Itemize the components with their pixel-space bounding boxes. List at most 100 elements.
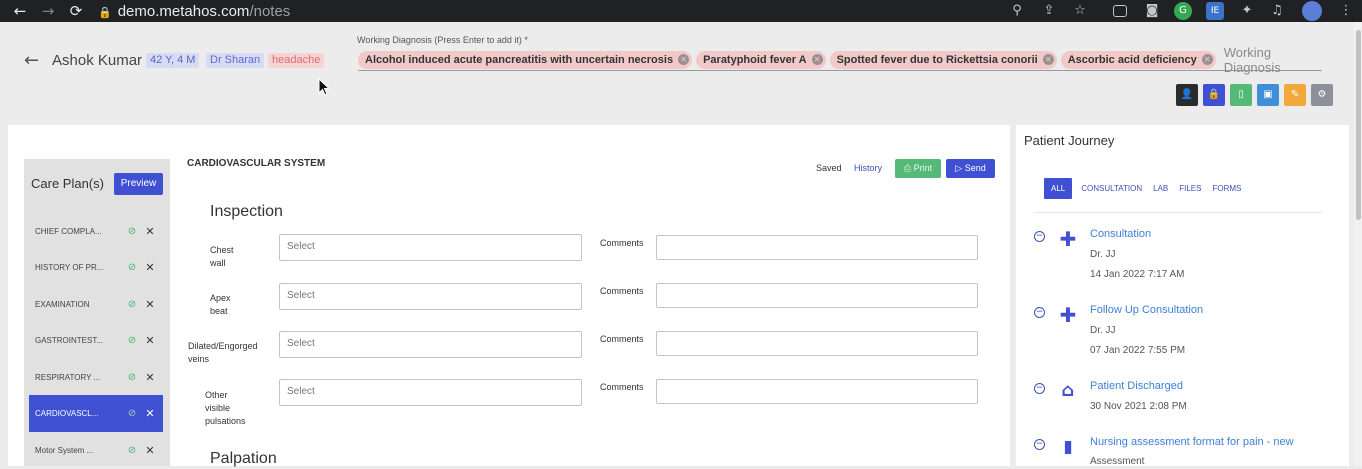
check-circle-icon: ⊘ [127, 408, 137, 419]
send-button[interactable]: ▷ Send [946, 159, 995, 178]
tab-files[interactable]: FILES [1179, 184, 1201, 193]
browser-forward-icon[interactable]: → [34, 2, 62, 20]
check-circle-icon: ⊘ [127, 335, 137, 346]
dilated-veins-select[interactable]: Select [279, 331, 582, 358]
diagnosis-chip-label: Paratyphoid fever A [703, 53, 807, 66]
scrollbar-thumb[interactable] [1356, 30, 1361, 220]
diagnosis-chip[interactable]: Paratyphoid fever A ✕ [696, 50, 826, 69]
journey-entry-type: Assessment [1090, 456, 1145, 467]
care-plan-item[interactable]: GASTROINTEST... ⊘ ✕ [29, 322, 163, 359]
share-icon[interactable]: ⇪ [1040, 2, 1058, 20]
close-icon[interactable]: ✕ [141, 298, 159, 311]
back-arrow-icon[interactable]: ← [24, 50, 39, 71]
other-pulsations-select[interactable]: Select [279, 379, 582, 406]
tab-all[interactable]: ALL [1044, 178, 1073, 199]
browser-back-icon[interactable]: ← [6, 2, 34, 20]
comments-label: Comments [600, 286, 644, 296]
chest-wall-select[interactable]: Select [279, 234, 582, 261]
collapse-icon[interactable]: − [1034, 231, 1045, 242]
lock-icon: 🔒 [98, 5, 112, 19]
collapse-icon[interactable]: − [1034, 383, 1045, 394]
remove-chip-icon[interactable]: ✕ [1042, 54, 1054, 65]
tab-forms[interactable]: FORMS [1212, 184, 1241, 193]
reload-icon[interactable]: ⟳ [62, 2, 90, 20]
journey-entry-name[interactable]: Patient Discharged [1090, 380, 1183, 392]
check-circle-icon: ⊘ [127, 445, 137, 456]
browser-toolbar: ← → ⟳ 🔒 demo.metahos.com /notes ⚲ ⇪ ☆ ◙ … [0, 0, 1362, 22]
journey-title: Patient Journey [1024, 133, 1115, 148]
care-plan-item[interactable]: Motor System ... ⊘ ✕ [29, 432, 163, 469]
app-page: ← Ashok Kumar 42 Y, 4 M Dr Sharan headac… [0, 22, 1362, 469]
journey-entry-name[interactable]: Follow Up Consultation [1090, 304, 1203, 316]
journey-entry-name[interactable]: Consultation [1090, 228, 1151, 240]
document-icon: ▮ [1063, 437, 1073, 457]
patient-name: Ashok Kumar [52, 52, 143, 69]
other-pulsations-comments-input[interactable] [656, 379, 978, 404]
save-button[interactable]: ▣ [1257, 84, 1279, 106]
inspection-heading: Inspection [210, 203, 283, 220]
diagnosis-chip-label: Ascorbic acid deficiency [1067, 53, 1197, 66]
tab-search-icon[interactable] [1113, 5, 1127, 17]
profile-avatar[interactable] [1302, 1, 1322, 21]
camera-extension-icon[interactable]: ◙ [1143, 2, 1161, 20]
dilated-veins-comments-input[interactable] [656, 331, 978, 356]
field-label: Apex beat [210, 292, 231, 318]
close-icon[interactable]: ✕ [141, 444, 159, 457]
system-title: CARDIOVASCULAR SYSTEM [187, 158, 326, 169]
care-plan-item[interactable]: CHIEF COMPLA... ⊘ ✕ [29, 213, 163, 250]
media-control-icon[interactable]: ♫ [1268, 2, 1286, 20]
extensions-puzzle-icon[interactable]: ✦ [1238, 2, 1256, 20]
preview-button[interactable]: Preview [114, 173, 163, 195]
journey-entry-name[interactable]: Nursing assessment format for pain - new [1090, 436, 1294, 448]
remove-chip-icon[interactable]: ✕ [811, 54, 823, 65]
document-button[interactable]: ▯ [1230, 84, 1252, 106]
page-scrollbar[interactable] [1354, 22, 1362, 466]
care-plan-item-label: RESPIRATORY ... [35, 373, 101, 382]
collapse-icon[interactable]: − [1034, 307, 1045, 318]
close-icon[interactable]: ✕ [141, 261, 159, 274]
apex-beat-comments-input[interactable] [656, 283, 978, 308]
patient-info-button[interactable]: 👤 [1176, 84, 1198, 106]
field-label-line: pulsations [205, 416, 246, 426]
print-button[interactable]: ⎙ Print [895, 159, 941, 178]
tab-consultation[interactable]: CONSULTATION [1081, 184, 1142, 193]
remove-chip-icon[interactable]: ✕ [1201, 54, 1213, 65]
working-diagnosis-field[interactable]: Alcohol induced acute pancreatitis with … [358, 45, 1322, 75]
remove-chip-icon[interactable]: ✕ [678, 54, 690, 65]
care-plan-item[interactable]: HISTORY OF PR... ⊘ ✕ [29, 249, 163, 286]
dictionary-extension-icon[interactable]: IE [1206, 2, 1224, 20]
field-label: Chest wall [210, 244, 234, 270]
bookmark-star-icon[interactable]: ☆ [1071, 2, 1089, 20]
history-link[interactable]: History [854, 163, 882, 173]
zoom-icon[interactable]: ⚲ [1008, 2, 1026, 20]
check-circle-icon: ⊘ [127, 226, 137, 237]
care-plan-item[interactable]: RESPIRATORY ... ⊘ ✕ [29, 359, 163, 396]
symptom-badge[interactable]: headache [268, 53, 325, 68]
close-icon[interactable]: ✕ [141, 334, 159, 347]
close-icon[interactable]: ✕ [141, 371, 159, 384]
working-diagnosis-input[interactable]: Working Diagnosis [1224, 45, 1322, 75]
field-label-line: Other [205, 390, 228, 400]
diagnosis-chip[interactable]: Ascorbic acid deficiency ✕ [1060, 50, 1216, 69]
diagnosis-chip[interactable]: Alcohol induced acute pancreatitis with … [358, 50, 693, 69]
close-icon[interactable]: ✕ [141, 407, 159, 420]
address-bar[interactable]: 🔒 demo.metahos.com /notes [98, 3, 290, 20]
edit-button[interactable]: ✎ [1284, 84, 1306, 106]
settings-button[interactable]: ⚙ [1311, 84, 1333, 106]
field-label: Other visible pulsations [205, 389, 246, 428]
collapse-icon[interactable]: − [1034, 439, 1045, 450]
care-plan-item[interactable]: EXAMINATION ⊘ ✕ [29, 286, 163, 323]
care-plan-item-label: GASTROINTEST... [35, 336, 104, 345]
close-icon[interactable]: ✕ [141, 225, 159, 238]
journey-entry-doctor: Dr. JJ [1090, 249, 1116, 260]
diagnosis-chip[interactable]: Spotted fever due to Rickettsia conorii ✕ [829, 50, 1057, 69]
chest-wall-comments-input[interactable] [656, 235, 978, 260]
care-plan-item-active[interactable]: CARDIOVASCL... ⊘ ✕ [29, 395, 163, 432]
apex-beat-select[interactable]: Select [279, 283, 582, 310]
field-label-line: Dilated/Engorged [188, 341, 258, 351]
grammarly-extension-icon[interactable]: G [1174, 2, 1192, 20]
lock-button[interactable]: 🔒 [1203, 84, 1225, 106]
comments-label: Comments [600, 334, 644, 344]
browser-menu-icon[interactable]: ⋮ [1337, 2, 1355, 20]
tab-lab[interactable]: LAB [1153, 184, 1168, 193]
